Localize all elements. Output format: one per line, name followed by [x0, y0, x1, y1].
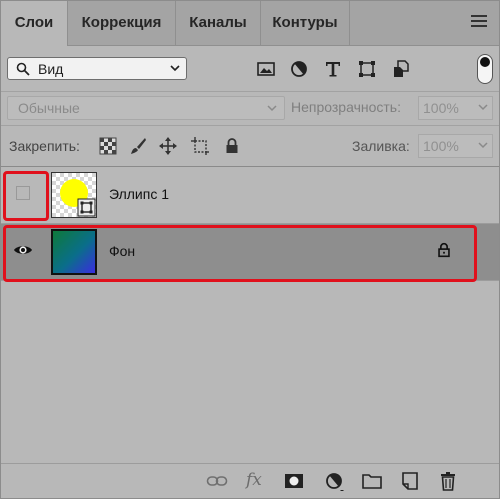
- bottom-toolbar: fx: [1, 463, 499, 499]
- layers-panel: Слои Коррекция Каналы Контуры Вид Обычны…: [0, 0, 500, 499]
- blend-mode-value: Обычные: [18, 100, 80, 116]
- smart-object-filter-icon[interactable]: [391, 59, 411, 79]
- image-filter-icon[interactable]: [256, 59, 276, 79]
- lock-label: Закрепить:: [9, 138, 80, 154]
- chevron-down-icon: [267, 105, 277, 112]
- blend-row: Обычные Непрозрачность: 100%: [1, 92, 499, 126]
- tab-paths[interactable]: Контуры: [261, 1, 350, 45]
- type-filter-icon[interactable]: [323, 59, 343, 79]
- adjustment-filter-icon[interactable]: [289, 59, 309, 79]
- lock-row: Закрепить: Заливка: 100%: [1, 126, 499, 167]
- filter-toggle[interactable]: [477, 54, 493, 84]
- tab-layers[interactable]: Слои: [1, 1, 68, 46]
- toggle-knob: [480, 57, 490, 67]
- panel-menu-icon[interactable]: [471, 15, 487, 29]
- layer-thumbnail: [51, 172, 97, 218]
- new-group-icon[interactable]: [361, 471, 383, 491]
- fill-value: 100%: [423, 138, 459, 154]
- add-mask-icon[interactable]: [283, 471, 305, 491]
- chevron-down-icon[interactable]: [478, 140, 488, 152]
- chevron-down-icon[interactable]: [478, 102, 488, 114]
- lock-paint-icon[interactable]: [128, 136, 148, 156]
- layer-row-ellipse[interactable]: Эллипс 1: [1, 167, 499, 224]
- opacity-label: Непрозрачность:: [291, 99, 401, 115]
- filter-kind-dropdown[interactable]: Вид: [7, 57, 187, 80]
- opacity-value: 100%: [423, 100, 459, 116]
- highlight-background-row: [3, 225, 477, 282]
- layer-name[interactable]: Эллипс 1: [109, 186, 169, 202]
- fill-field[interactable]: 100%: [418, 134, 493, 158]
- blend-mode-dropdown[interactable]: Обычные: [7, 96, 285, 120]
- link-layers-icon[interactable]: [206, 471, 228, 491]
- delete-layer-icon[interactable]: [437, 471, 459, 491]
- adjustment-layer-icon[interactable]: [323, 471, 345, 491]
- new-layer-icon[interactable]: [399, 471, 421, 491]
- layers-list: Эллипс 1 Фон: [1, 167, 499, 463]
- ellipse-thumbnail-icon: [52, 173, 96, 217]
- tab-channels[interactable]: Каналы: [176, 1, 261, 45]
- fx-icon[interactable]: fx: [246, 470, 262, 490]
- lock-all-icon[interactable]: [222, 136, 242, 156]
- tab-adjustments[interactable]: Коррекция: [68, 1, 176, 45]
- lock-position-icon[interactable]: [158, 136, 178, 156]
- highlight-visibility-box: [3, 171, 49, 221]
- search-icon: [16, 62, 30, 76]
- chevron-down-icon: [170, 65, 180, 72]
- filter-kind-label: Вид: [38, 61, 64, 77]
- opacity-field[interactable]: 100%: [418, 96, 493, 120]
- lock-transparent-icon[interactable]: [98, 136, 118, 156]
- tab-bar: Слои Коррекция Каналы Контуры: [1, 1, 499, 46]
- shape-filter-icon[interactable]: [357, 59, 377, 79]
- lock-artboard-icon[interactable]: [190, 136, 210, 156]
- fill-label: Заливка:: [352, 138, 410, 154]
- filter-row: Вид: [1, 46, 499, 92]
